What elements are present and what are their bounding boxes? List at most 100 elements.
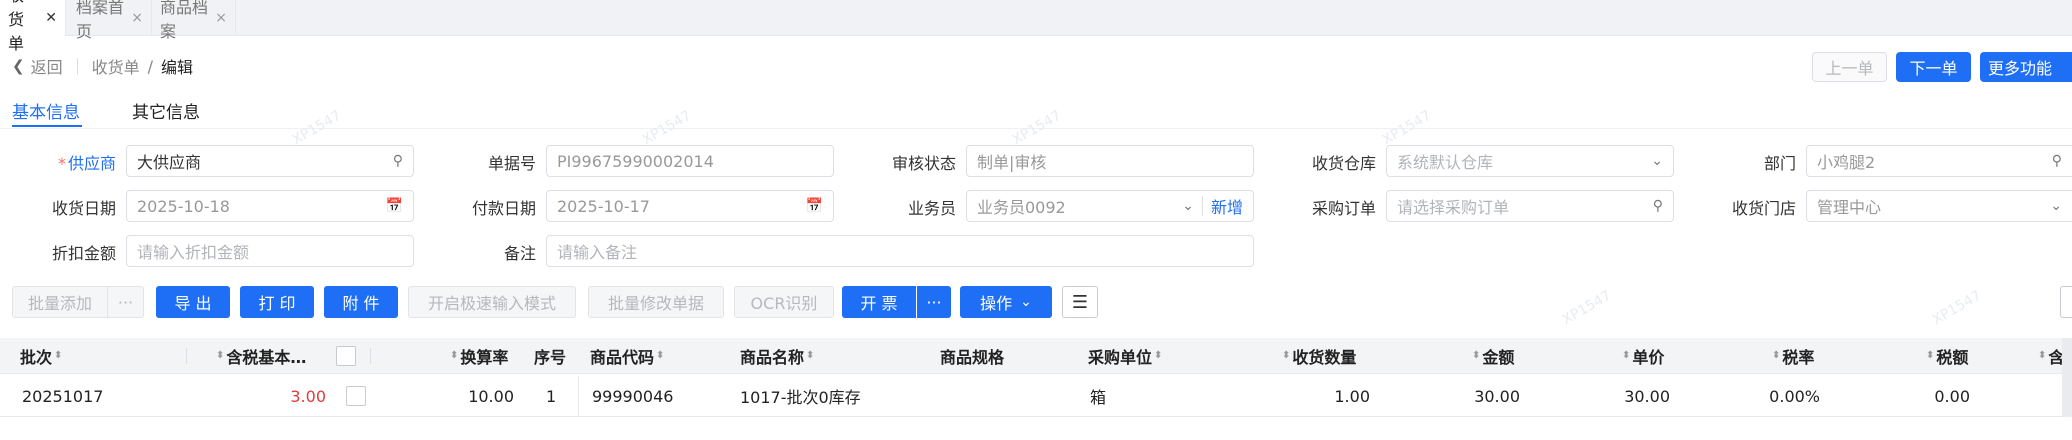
header-amount[interactable]: ⬍ 金额: [1470, 338, 1514, 374]
sort-icon[interactable]: ⬍: [656, 351, 664, 361]
department-label: 部门: [1763, 154, 1796, 173]
sort-icon[interactable]: ⬍: [1926, 351, 1934, 361]
cell-batch[interactable]: 20251017: [22, 376, 103, 416]
header-price[interactable]: ⬍ 单价: [1620, 338, 1664, 374]
operate-dropdown[interactable]: 操作 ⌄: [960, 286, 1052, 318]
panel-icon[interactable]: [2060, 286, 2072, 318]
breadcrumb-parent[interactable]: 收货单: [92, 54, 140, 78]
sort-icon[interactable]: ⬍: [1622, 351, 1630, 361]
cell-code[interactable]: 99990046: [592, 376, 673, 416]
warehouse-select[interactable]: 系统默认仓库 ⌄: [1386, 145, 1674, 177]
sort-icon[interactable]: ⬍: [806, 351, 814, 361]
subtab-basic[interactable]: 基本信息: [12, 98, 80, 123]
header-unit[interactable]: 采购单位 ⬍: [1088, 338, 1162, 374]
cell-price[interactable]: 30.00: [1570, 376, 1670, 416]
calendar-icon[interactable]: 📅: [386, 198, 403, 214]
audit-status-label: 审核状态: [891, 154, 956, 173]
salesman-select[interactable]: 业务员0092 ⌄ 新增: [966, 190, 1254, 222]
header-code[interactable]: 商品代码 ⬍: [590, 338, 664, 374]
department-field[interactable]: 小鸡腿2 ⚲: [1806, 145, 2072, 177]
audit-status-value: 制单|审核: [977, 153, 1047, 172]
cell-rate[interactable]: 10.00: [430, 376, 514, 416]
cell-qty[interactable]: 1.00: [1270, 376, 1370, 416]
header-label: 单价: [1632, 348, 1665, 367]
batch-edit-button[interactable]: 批量修改单据: [588, 286, 724, 318]
select-all-checkbox[interactable]: [336, 346, 356, 366]
cell-tax[interactable]: 0.00: [1870, 376, 1970, 416]
chevron-down-icon[interactable]: ⌄: [1651, 153, 1663, 169]
discount-input[interactable]: 请输入折扣金额: [126, 235, 414, 267]
search-icon[interactable]: ⚲: [1653, 198, 1663, 214]
calendar-icon[interactable]: 📅: [806, 198, 823, 214]
batch-add-more-button[interactable]: ···: [108, 286, 144, 318]
scrollbar[interactable]: [2062, 338, 2072, 417]
tab-label: 收货单: [8, 0, 25, 53]
more-functions-button[interactable]: 更多功能: [1980, 52, 2072, 82]
cell-tax-base[interactable]: 3.00: [200, 376, 326, 416]
header-tax[interactable]: ⬍ 税额: [1924, 338, 1968, 374]
back-link[interactable]: 返回: [31, 54, 63, 78]
purchase-order-field[interactable]: 请选择采购订单 ⚲: [1386, 190, 1674, 222]
store-label: 收货门店: [1731, 199, 1796, 218]
header-tax-incl[interactable]: ⬍ 含: [2036, 338, 2064, 374]
watermark: XP1547: [1929, 287, 1985, 329]
header-rate[interactable]: ⬍ 换算率: [448, 338, 508, 374]
tab-receipt[interactable]: 收货单 ✕: [0, 0, 66, 53]
store-select[interactable]: 管理中心 ⌄: [1806, 190, 2072, 222]
header-batch[interactable]: 批次 ⬍: [20, 338, 62, 374]
row-checkbox[interactable]: [346, 386, 366, 406]
sort-icon[interactable]: ⬍: [450, 351, 458, 361]
close-icon[interactable]: ×: [215, 10, 227, 26]
header-checkbox[interactable]: [336, 338, 356, 374]
tab-product-archive[interactable]: 商品档案 ×: [152, 0, 236, 41]
header-tax-rate[interactable]: ⬍ 税率: [1770, 338, 1814, 374]
supplier-field[interactable]: 大供应商 ⚲: [126, 145, 414, 177]
close-icon[interactable]: ×: [131, 10, 143, 26]
batch-add-button[interactable]: 批量添加: [12, 286, 108, 318]
attachment-button[interactable]: 附 件: [324, 286, 398, 318]
header-qty[interactable]: ⬍ 收货数量: [1280, 338, 1356, 374]
add-salesman-link[interactable]: 新增: [1211, 194, 1243, 218]
subtab-other[interactable]: 其它信息: [132, 98, 200, 123]
remark-placeholder: 请输入备注: [557, 243, 638, 262]
prev-button[interactable]: 上一单: [1812, 52, 1887, 82]
invoice-more-button[interactable]: ···: [917, 286, 951, 318]
cell-unit[interactable]: 箱: [1090, 376, 1106, 416]
pay-date-field[interactable]: 2025-10-17 📅: [546, 190, 834, 222]
tab-archive-home[interactable]: 档案首页 ×: [68, 0, 152, 41]
fast-input-mode-button[interactable]: 开启极速输入模式: [408, 286, 576, 318]
export-button[interactable]: 导 出: [156, 286, 230, 318]
chevron-left-icon[interactable]: ❮: [12, 57, 25, 75]
print-button[interactable]: 打 印: [240, 286, 314, 318]
sort-icon[interactable]: ⬍: [54, 351, 62, 361]
cell-amount[interactable]: 30.00: [1420, 376, 1520, 416]
close-icon[interactable]: ✕: [45, 10, 57, 26]
chevron-down-icon[interactable]: ⌄: [1182, 198, 1194, 214]
sort-icon[interactable]: ⬍: [1154, 351, 1162, 361]
ocr-button[interactable]: OCR识别: [734, 286, 834, 318]
sort-icon[interactable]: ⬍: [1772, 351, 1780, 361]
doc-no-field[interactable]: PI99675990002014: [546, 145, 834, 177]
audit-status-field[interactable]: 制单|审核: [966, 145, 1254, 177]
row-checkbox-cell[interactable]: [346, 376, 366, 416]
sort-icon[interactable]: ⬍: [2038, 351, 2046, 361]
receive-date-field[interactable]: 2025-10-18 📅: [126, 190, 414, 222]
tab-bar: [0, 0, 2072, 36]
cell-tax-rate[interactable]: 0.00%: [1720, 376, 1820, 416]
search-icon[interactable]: ⚲: [2052, 153, 2062, 169]
chevron-down-icon[interactable]: ⌄: [2050, 198, 2062, 214]
sort-icon[interactable]: ⬍: [1472, 351, 1480, 361]
remark-input[interactable]: 请输入备注: [546, 235, 1254, 267]
invoice-button[interactable]: 开 票: [842, 286, 916, 318]
breadcrumb: ❮ 返回 收货单 / 编辑: [12, 52, 193, 80]
sort-icon[interactable]: ⬍: [1282, 351, 1290, 361]
header-name[interactable]: 商品名称 ⬍: [740, 338, 814, 374]
header-tax-base[interactable]: ⬍ 含税基本…: [214, 338, 306, 374]
next-button[interactable]: 下一单: [1896, 52, 1971, 82]
sort-icon[interactable]: ⬍: [216, 351, 224, 361]
header-label: 商品代码: [590, 348, 655, 367]
search-icon[interactable]: ⚲: [393, 153, 403, 169]
cell-name[interactable]: 1017-批次0库存: [740, 376, 861, 416]
column-settings-icon[interactable]: ☰: [1062, 286, 1098, 318]
divider: [578, 376, 579, 416]
